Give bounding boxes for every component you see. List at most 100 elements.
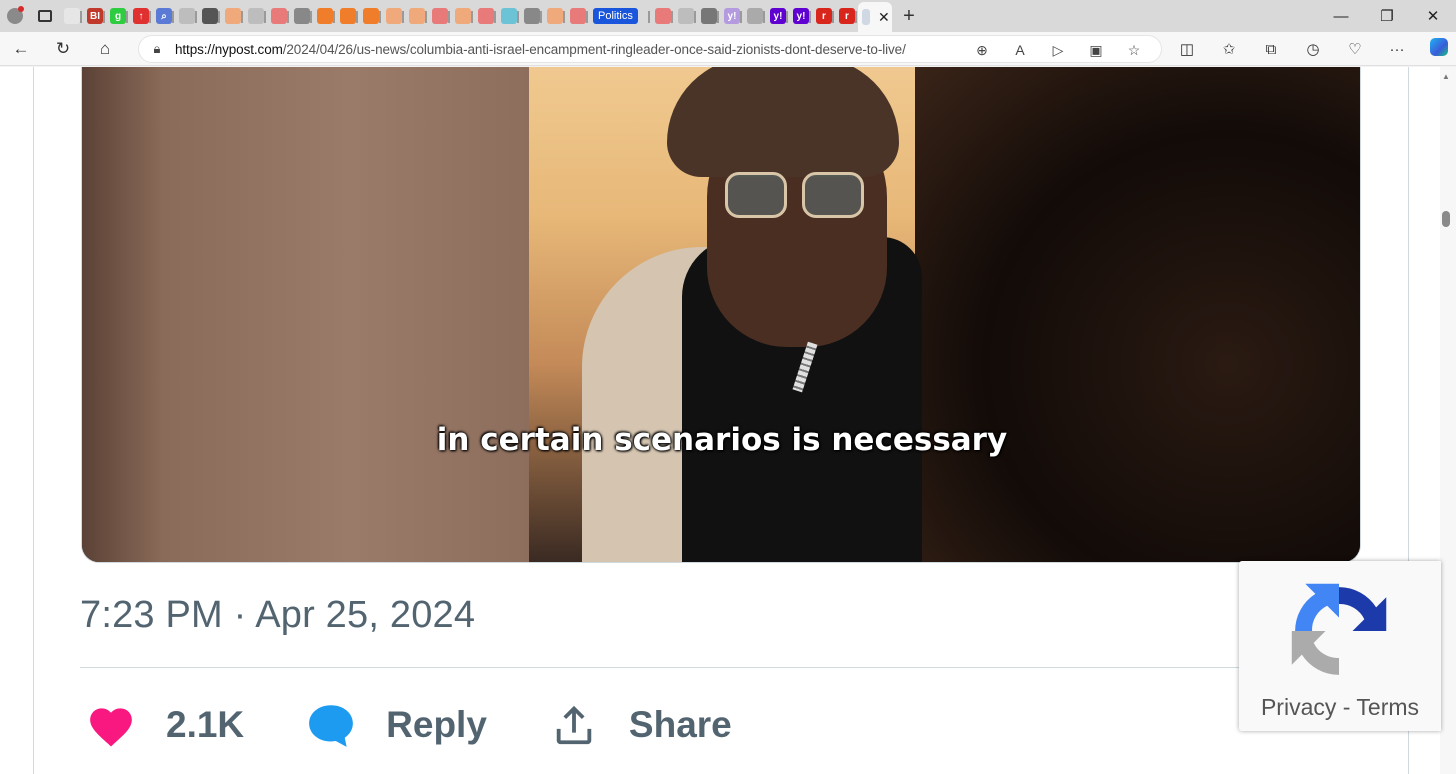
video-icon[interactable]: ▷	[1039, 42, 1077, 59]
tab-14[interactable]	[382, 3, 405, 29]
address-bar[interactable]: 🔒︎ https://nypost.com/2024/04/26/us-news…	[138, 35, 1162, 63]
tab-7[interactable]	[221, 3, 244, 29]
tab-3[interactable]: ↑	[129, 3, 152, 29]
scroll-up-arrow-icon[interactable]: ▲	[1442, 72, 1450, 81]
tab-1[interactable]: BI	[83, 3, 106, 29]
tab-6[interactable]	[198, 3, 221, 29]
tab-0[interactable]	[60, 3, 83, 29]
tab-after-5[interactable]: y!	[766, 3, 789, 29]
performance-icon[interactable]: ♡	[1334, 40, 1376, 58]
tab-after-3[interactable]: y!	[720, 3, 743, 29]
tab-12[interactable]	[336, 3, 359, 29]
terms-link[interactable]: Terms	[1356, 694, 1419, 720]
r-favicon: r	[816, 8, 832, 24]
tab-after-1[interactable]	[674, 3, 697, 29]
tab-19[interactable]	[497, 3, 520, 29]
tab-5[interactable]	[175, 3, 198, 29]
split-screen-icon[interactable]: ◫	[1166, 40, 1208, 58]
youtube-favicon	[570, 8, 586, 24]
tab-22[interactable]	[566, 3, 589, 29]
tab-17[interactable]	[451, 3, 474, 29]
tab-13[interactable]	[359, 3, 382, 29]
back-button[interactable]: ←	[0, 32, 42, 66]
more-menu-icon[interactable]: ···	[1376, 41, 1418, 58]
tab-4[interactable]: ⌕	[152, 3, 175, 29]
zoom-icon[interactable]: ⊕	[963, 42, 1001, 59]
bookmark-favicon	[340, 8, 356, 24]
tab-list-after: y! y! y! r r	[651, 0, 858, 32]
embedded-video[interactable]: in certain scenarios is necessary	[81, 67, 1361, 563]
tab-15[interactable]	[405, 3, 428, 29]
tab-18[interactable]	[474, 3, 497, 29]
youtube-favicon	[655, 8, 671, 24]
tab-10[interactable]	[290, 3, 313, 29]
browser-toolbar: ← ↻ ⌂ 🔒︎ https://nypost.com/2024/04/26/u…	[0, 32, 1456, 66]
tab-2[interactable]: g	[106, 3, 129, 29]
share-button[interactable]: Share	[549, 700, 732, 750]
reply-button[interactable]: Reply	[306, 700, 487, 750]
post-actions: 2.1K Reply Share	[86, 695, 794, 755]
search-favicon: ⌕	[156, 8, 172, 24]
url-path: /2024/04/26/us-news/columbia-anti-israel…	[282, 41, 906, 57]
toolbar-right: ◫ ✩ ⧉ ◷ ♡ ···	[1166, 32, 1456, 66]
url-text[interactable]: https://nypost.com/2024/04/26/us-news/co…	[175, 42, 906, 57]
restore-icon[interactable]: ❐	[1364, 0, 1410, 32]
minimize-icon[interactable]: —	[1318, 0, 1364, 32]
red-up-favicon: ↑	[133, 8, 149, 24]
favorite-star-icon[interactable]: ☆	[1115, 42, 1153, 59]
speech-bubble-icon	[306, 700, 356, 750]
history-icon[interactable]: ◷	[1292, 40, 1334, 58]
yahoo-favicon: y!	[724, 8, 740, 24]
profile-button[interactable]	[0, 0, 30, 32]
recaptcha-links: Privacy - Terms	[1239, 694, 1441, 721]
video-right-blur	[915, 67, 1360, 562]
video-left-blur	[82, 67, 529, 562]
tab-after-2[interactable]	[697, 3, 720, 29]
collections-icon[interactable]: ⧉	[1250, 41, 1292, 58]
lock-icon[interactable]: 🔒︎	[139, 41, 175, 57]
tab-after-4[interactable]	[743, 3, 766, 29]
tab-after-6[interactable]: y!	[789, 3, 812, 29]
copilot-button[interactable]	[1418, 38, 1456, 60]
bi-favicon: BI	[87, 8, 103, 24]
privacy-link[interactable]: Privacy	[1261, 694, 1336, 720]
refresh-button[interactable]: ↻	[42, 32, 84, 66]
r-favicon: r	[839, 8, 855, 24]
favorites-icon[interactable]: ✩	[1208, 40, 1250, 58]
close-window-icon[interactable]: ✕	[1410, 0, 1456, 32]
url-host: https://nypost.com	[175, 41, 283, 57]
app-available-icon[interactable]: ▣	[1077, 42, 1115, 59]
tab-16[interactable]	[428, 3, 451, 29]
p-favicon	[501, 8, 517, 24]
yahoo-favicon: y!	[793, 8, 809, 24]
person-bandana	[667, 67, 899, 177]
page-favicon	[179, 8, 195, 24]
tab-21[interactable]	[543, 3, 566, 29]
home-button[interactable]: ⌂	[84, 32, 126, 66]
image-favicon	[701, 8, 717, 24]
scrollbar-thumb[interactable]	[1442, 211, 1450, 227]
home-icon: ⌂	[99, 38, 111, 58]
new-tab-button[interactable]: +	[892, 5, 926, 28]
window-controls: — ❐ ✕	[1318, 0, 1456, 32]
tab-actions-button[interactable]	[30, 0, 60, 32]
close-tab-icon[interactable]: ✕	[878, 9, 890, 26]
post-timestamp[interactable]: 7:23 PM · Apr 25, 2024	[80, 594, 475, 637]
share-label: Share	[628, 704, 732, 745]
read-aloud-icon[interactable]: A	[1001, 42, 1039, 58]
glasses-right-lens	[802, 172, 864, 218]
page-scrollbar[interactable]	[1440, 67, 1456, 774]
tab-20[interactable]	[520, 3, 543, 29]
recaptcha-badge: Privacy - Terms	[1239, 561, 1441, 731]
tab-politics[interactable]: Politics	[589, 3, 651, 29]
tab-after-8[interactable]: r	[835, 3, 858, 29]
tab-after-7[interactable]: r	[812, 3, 835, 29]
back-arrow-icon: ←	[12, 38, 30, 58]
tab-after-0[interactable]	[651, 3, 674, 29]
tab-11[interactable]	[313, 3, 336, 29]
tab-active[interactable]: ✕	[858, 2, 892, 32]
tab-8[interactable]	[244, 3, 267, 29]
tab-9[interactable]	[267, 3, 290, 29]
like-button[interactable]: 2.1K	[86, 700, 244, 750]
bookmark-favicon	[455, 8, 471, 24]
